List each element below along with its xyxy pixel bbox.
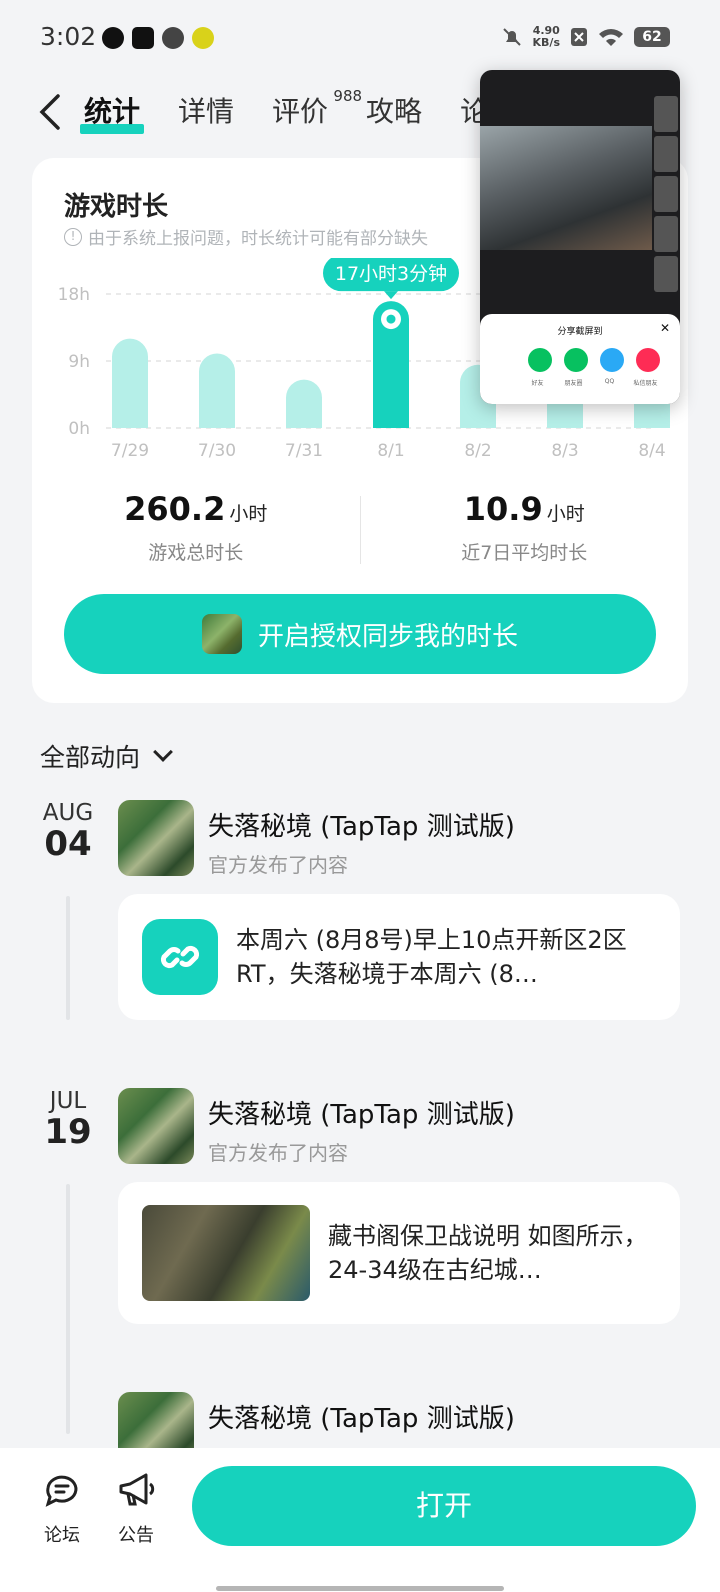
back-arrow-icon[interactable] [34, 92, 68, 132]
entry-date: JUL 19 [44, 1088, 92, 1152]
notice-button[interactable]: 公告 [106, 1470, 166, 1547]
tooltip-label: 17小时3分钟 [335, 263, 447, 285]
y-tick-label: 9h [68, 352, 90, 372]
chat-bubble-icon [45, 1475, 78, 1507]
bottom-action-bar: 论坛 公告 打开 [0, 1448, 720, 1592]
battery-icon: 62 [634, 27, 670, 47]
close-icon[interactable]: ✕ [660, 321, 670, 335]
feed-filter-dropdown[interactable]: 全部动向 [40, 738, 173, 774]
tab-details[interactable]: 详情 [178, 90, 234, 134]
chevron-down-icon [153, 742, 173, 762]
app-notification-icon [162, 27, 184, 49]
post-image [142, 1205, 310, 1301]
post-title: 失落秘境 (TapTap 测试版) [208, 812, 515, 842]
stat-row: 260.2 小时 游戏总时长 10.9 小时 近7日平均时长 [32, 490, 688, 570]
review-count-badge: 988 [333, 87, 363, 105]
wechat-icon[interactable] [528, 348, 552, 372]
x-tick-label: 7/31 [285, 441, 323, 461]
share-screenshot-overlay: 分享截屏到 ✕ 好友 朋友圈 QQ 私信朋友 [480, 70, 680, 404]
game-icon [118, 800, 194, 876]
post-subtitle: 官方发布了内容 [208, 853, 348, 877]
post-header[interactable]: 失落秘境 (TapTap 测试版) 官方发布了内容 [118, 800, 515, 878]
post-card[interactable]: 本周六 (8月8号)早上10点开新区2区 RT，失落秘境于本周六 (8… [118, 894, 680, 1020]
post-title: 失落秘境 (TapTap 测试版) [208, 1100, 515, 1130]
link-icon [142, 919, 218, 995]
card-title: 游戏时长 [64, 192, 169, 222]
sim-off-icon [571, 28, 587, 46]
timeline-line [66, 896, 70, 1020]
post-text: 藏书阁保卫战说明 如图所示，24-34级在古纪城… [328, 1222, 648, 1284]
douyin-notification-icon [132, 27, 154, 49]
highlight-dot-inner [386, 314, 396, 324]
game-icon [118, 1088, 194, 1164]
tab-bar: 统计 详情 评价 988 攻略 论 [79, 87, 488, 134]
post-header[interactable]: 失落秘境 (TapTap 测试版) 官方发布了内容 [118, 1088, 515, 1166]
entry-date: AUG 04 [42, 800, 94, 864]
home-indicator[interactable] [216, 1586, 504, 1591]
post-subtitle: 官方发布了内容 [208, 1141, 348, 1165]
post-card[interactable]: 藏书阁保卫战说明 如图所示，24-34级在古纪城… [118, 1182, 680, 1324]
bar-7-30 [199, 353, 235, 428]
x-tick-label: 8/4 [638, 441, 665, 461]
x-tick-label: 7/29 [111, 441, 149, 461]
tab-reviews[interactable]: 评价 988 [272, 87, 362, 134]
network-speed: 4.90 KB/s [532, 24, 560, 49]
tab-guides[interactable]: 攻略 [366, 90, 422, 134]
status-right: 4.90 KB/s 62 [501, 25, 670, 49]
info-icon: ! [64, 227, 82, 246]
mute-bell-icon [502, 28, 521, 46]
x-tick-label: 8/2 [464, 441, 491, 461]
timeline-line [66, 1184, 70, 1434]
bar-7-31 [286, 379, 322, 428]
tab-stats[interactable]: 统计 [79, 90, 145, 134]
avg-time-stat: 10.9 小时 近7日平均时长 [461, 490, 588, 564]
card-note: ! 由于系统上报问题，时长统计可能有部分缺失 [64, 224, 428, 249]
wifi-icon [599, 29, 623, 46]
y-tick-label: 18h [58, 285, 90, 305]
moments-icon[interactable] [564, 348, 588, 372]
share-sheet-title: 分享截屏到 [557, 327, 603, 337]
game-icon [201, 614, 242, 654]
music-notification-icon [192, 27, 214, 49]
clock: 3:02 [40, 22, 97, 51]
x-tick-label: 8/3 [551, 441, 578, 461]
megaphone-icon [119, 1473, 155, 1506]
status-bar: 3:02 4.90 KB/s 62 [0, 0, 720, 78]
post-title: 失落秘境 (TapTap 测试版) [208, 1404, 515, 1434]
forum-button[interactable]: 论坛 [32, 1470, 92, 1547]
preview-side-thumbs [654, 96, 678, 292]
x-tick-label: 8/1 [377, 441, 404, 461]
share-targets [528, 348, 660, 372]
send-icon[interactable] [636, 348, 660, 372]
qq-notification-icon [102, 27, 124, 49]
post-text: 本周六 (8月8号)早上10点开新区2区 RT，失落秘境于本周六 (8… [236, 926, 627, 988]
y-tick-label: 0h [68, 419, 90, 439]
share-target-labels: 好友 朋友圈 QQ 私信朋友 [531, 378, 658, 387]
open-game-button[interactable]: 打开 [192, 1466, 696, 1546]
bar-7-29 [112, 338, 148, 428]
x-tick-label: 7/30 [198, 441, 236, 461]
total-time-stat: 260.2 小时 游戏总时长 [124, 490, 268, 564]
share-sheet: 分享截屏到 ✕ 好友 朋友圈 QQ 私信朋友 [480, 314, 680, 404]
sync-time-button[interactable]: 开启授权同步我的时长 [64, 594, 656, 674]
notification-icons [102, 27, 214, 49]
screenshot-preview[interactable] [480, 126, 652, 250]
tooltip-pointer [384, 291, 398, 300]
qq-icon[interactable] [600, 348, 624, 372]
